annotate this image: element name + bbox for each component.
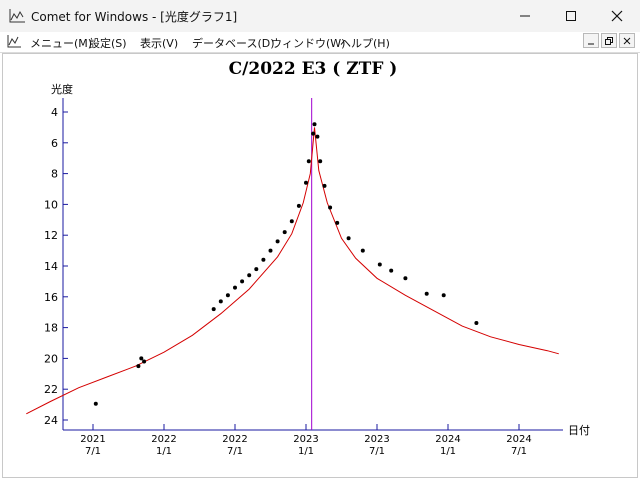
- minimize-button[interactable]: [502, 0, 548, 32]
- mdi-minimize-button[interactable]: [583, 33, 599, 48]
- x-axis-label: 日付: [568, 424, 590, 437]
- observation-point: [289, 219, 294, 224]
- observation-point: [247, 273, 252, 278]
- observation-point: [311, 131, 316, 136]
- x-tick-date: 7/1: [511, 446, 527, 457]
- chart-icon: [9, 9, 25, 23]
- observation-point: [322, 183, 327, 188]
- close-button[interactable]: [594, 0, 640, 32]
- menu-item-window[interactable]: ウィンドウ(W): [271, 35, 345, 51]
- minimize-icon: [520, 15, 530, 17]
- x-tick-year: 2021: [80, 434, 105, 445]
- window-title: Comet for Windows - [光度グラフ1]: [31, 10, 238, 24]
- observation-point: [318, 159, 323, 164]
- x-tick-date: 1/1: [440, 446, 456, 457]
- application-window: Comet for Windows - [光度グラフ1] メニュー(M) 設定(…: [0, 0, 640, 480]
- maximize-icon: [566, 11, 576, 21]
- observation-point: [136, 364, 141, 369]
- observation-points: [93, 122, 479, 406]
- y-tick-label: 6: [51, 137, 58, 150]
- observation-point: [218, 299, 223, 304]
- chart-title: C/2022 E3 ( ZTF ): [229, 59, 398, 79]
- observation-point: [441, 293, 446, 298]
- observation-point: [142, 359, 147, 364]
- observation-point: [275, 239, 280, 244]
- x-tick-year: 2023: [364, 434, 389, 445]
- observation-point: [261, 257, 266, 262]
- close-icon: [611, 10, 623, 22]
- mdi-close-button[interactable]: [619, 33, 635, 48]
- menu-item-help[interactable]: ヘルプ(H): [340, 35, 390, 51]
- y-tick-label: 12: [44, 229, 58, 242]
- graph-window: C/2022 E3 ( ZTF ) 光度 日付 4 6 8 10 12 14 16 18 20 2…: [2, 53, 638, 478]
- x-tick-date: 1/1: [298, 446, 314, 457]
- observation-point: [403, 276, 408, 281]
- observation-point: [233, 285, 237, 290]
- y-tick-label: 8: [51, 168, 58, 181]
- chart-axes: 468101214161820222420217/120221/120227/1…: [44, 98, 563, 457]
- observation-point: [389, 268, 394, 273]
- observation-point: [474, 321, 479, 325]
- mdi-restore-button[interactable]: [601, 33, 617, 48]
- observation-point: [312, 122, 317, 127]
- x-tick-year: 2024: [435, 434, 460, 445]
- y-tick-label: 10: [44, 198, 58, 211]
- x-tick-date: 1/1: [156, 446, 172, 457]
- observation-point: [211, 307, 216, 312]
- document-chart-icon[interactable]: [6, 34, 22, 50]
- observation-point: [240, 279, 245, 284]
- observation-point: [335, 220, 340, 225]
- y-tick-label: 14: [44, 260, 58, 273]
- x-tick-year: 2023: [293, 434, 318, 445]
- x-tick-year: 2022: [222, 434, 247, 445]
- x-tick-date: 7/1: [369, 446, 385, 457]
- observation-point: [296, 203, 301, 208]
- observation-point: [225, 293, 230, 298]
- observation-point: [93, 401, 98, 406]
- menu-item-settings[interactable]: 設定(S): [89, 35, 127, 51]
- y-tick-label: 20: [44, 352, 58, 365]
- observation-point: [315, 134, 320, 139]
- y-tick-label: 24: [44, 414, 58, 427]
- maximize-button[interactable]: [548, 0, 594, 32]
- predicted-curve-line: [26, 127, 559, 415]
- observation-point: [282, 230, 287, 235]
- y-tick-label: 4: [51, 106, 58, 119]
- menu-item-menu[interactable]: メニュー(M): [30, 35, 92, 51]
- y-axis-label: 光度: [51, 82, 73, 96]
- observation-point: [268, 248, 273, 253]
- x-tick-year: 2022: [151, 434, 176, 445]
- observation-point: [377, 262, 382, 267]
- y-tick-label: 18: [44, 322, 58, 335]
- observation-point: [346, 236, 351, 241]
- observation-point: [304, 180, 308, 185]
- menu-bar: メニュー(M) 設定(S) 表示(V) データベース(D) ウィンドウ(W) ヘ…: [0, 32, 640, 53]
- x-tick-date: 7/1: [227, 446, 243, 457]
- menu-item-database[interactable]: データベース(D): [192, 35, 275, 51]
- observation-point: [306, 159, 311, 164]
- y-tick-label: 22: [44, 383, 58, 396]
- light-curve-chart: C/2022 E3 ( ZTF ) 光度 日付 4681012141618202…: [26, 59, 590, 457]
- observation-point: [254, 267, 259, 272]
- observation-point: [360, 248, 365, 253]
- minimize-icon: [588, 43, 594, 44]
- observation-point: [424, 291, 429, 296]
- observation-point: [328, 205, 333, 210]
- restore-icon: [605, 36, 613, 45]
- x-tick-date: 7/1: [85, 446, 101, 457]
- menu-item-view[interactable]: 表示(V): [140, 35, 178, 51]
- observation-point: [139, 356, 144, 361]
- y-tick-label: 16: [44, 291, 58, 304]
- predicted-curve: [26, 127, 559, 415]
- x-tick-year: 2024: [506, 434, 531, 445]
- title-bar[interactable]: Comet for Windows - [光度グラフ1]: [0, 0, 640, 32]
- close-icon: [623, 37, 631, 44]
